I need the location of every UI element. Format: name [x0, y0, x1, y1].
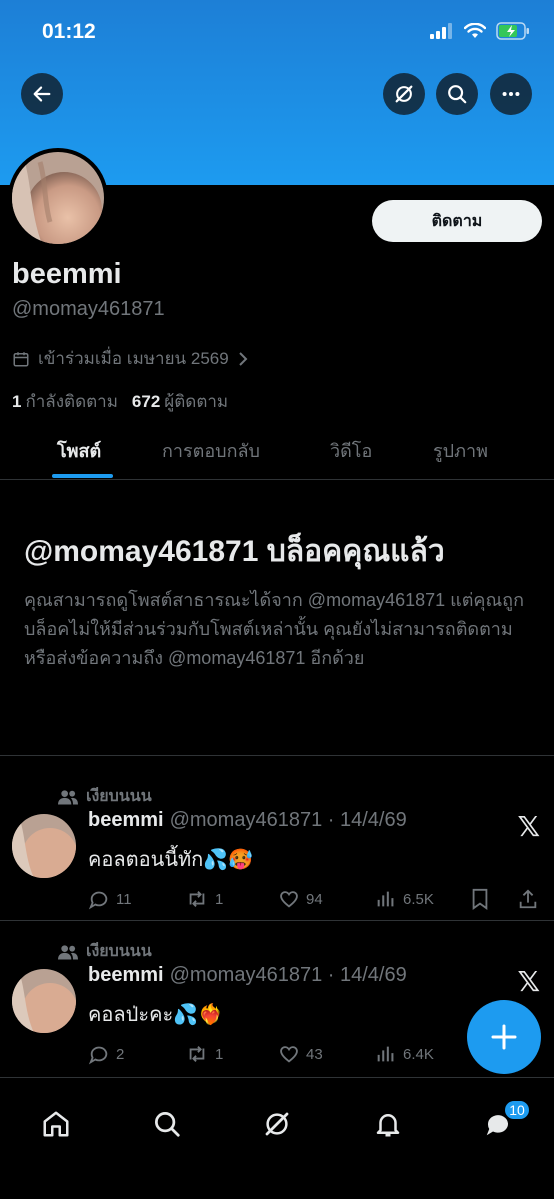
share-button[interactable] — [518, 888, 538, 910]
repost-icon — [189, 1046, 205, 1062]
divider — [0, 755, 554, 756]
views-icon — [377, 891, 394, 907]
heart-icon — [280, 1046, 298, 1063]
x-logo-icon: 𝕏 — [517, 966, 540, 997]
bookmark-button[interactable] — [470, 888, 490, 910]
followers-count[interactable]: 672 ผู้ติดตาม — [132, 388, 228, 415]
follow-counts: 1 กำลังติดตาม 672 ผู้ติดตาม — [12, 388, 228, 415]
post-text: คอลตอนนี้ทัก💦🥵 — [88, 849, 254, 871]
joined-date[interactable]: เข้าร่วมเมื่อ เมษายน 2569 — [12, 345, 249, 372]
tab-posts[interactable]: โพสต์ — [57, 436, 101, 465]
tab-replies[interactable]: การตอบกลับ — [162, 436, 260, 465]
views-button[interactable]: 6.4K — [375, 1043, 434, 1065]
people-icon — [58, 944, 78, 959]
nav-search[interactable] — [147, 1104, 187, 1144]
search-button[interactable] — [436, 73, 478, 115]
profile-handle: @momay461871 — [12, 298, 165, 320]
post-author[interactable]: beemmi — [88, 964, 164, 986]
tab-photos[interactable]: รูปภาพ — [433, 436, 488, 465]
post-date[interactable]: 14/4/69 — [340, 809, 407, 831]
following-count[interactable]: 1 กำลังติดตาม — [12, 388, 118, 415]
post-avatar[interactable] — [12, 814, 76, 878]
nav-notifications[interactable] — [368, 1104, 408, 1144]
back-arrow-icon — [33, 86, 51, 102]
grok-icon — [395, 85, 413, 103]
bottom-nav — [0, 1077, 554, 1199]
messages-badge: 10 — [503, 1099, 531, 1121]
active-tab-indicator — [52, 474, 113, 478]
bookmark-icon — [472, 888, 488, 910]
more-icon — [502, 91, 520, 97]
plus-icon — [491, 1024, 517, 1050]
compose-button[interactable] — [467, 1000, 541, 1074]
joined-text: เข้าร่วมเมื่อ เมษายน 2569 — [38, 349, 229, 368]
back-button[interactable] — [21, 73, 63, 115]
x-logo-icon: 𝕏 — [517, 811, 540, 842]
post-header: beemmi @momay461871 · 14/4/69 — [88, 964, 407, 986]
status-icons — [430, 22, 530, 40]
battery-icon — [496, 22, 529, 40]
signal-icon — [430, 23, 452, 39]
post-date[interactable]: 14/4/69 — [340, 964, 407, 986]
post-handle[interactable]: @momay461871 — [170, 809, 323, 831]
post-author[interactable]: beemmi — [88, 809, 164, 831]
post-context: เงียบนนน — [58, 784, 152, 809]
repost-button[interactable]: 1 — [185, 888, 223, 910]
reply-button[interactable]: 2 — [88, 1043, 124, 1065]
home-icon — [43, 1111, 69, 1137]
nav-home[interactable] — [36, 1104, 76, 1144]
grok-button[interactable] — [383, 73, 425, 115]
chevron-right-icon — [238, 351, 248, 366]
post-item[interactable]: เงียบนนน beemmi @momay461871 · 14/4/69 𝕏 … — [0, 760, 554, 920]
repost-icon — [189, 891, 205, 907]
search-icon — [155, 1112, 180, 1137]
views-button[interactable]: 6.5K — [375, 888, 434, 910]
heart-icon — [280, 891, 298, 908]
calendar-icon — [13, 351, 29, 366]
repost-button[interactable]: 1 — [185, 1043, 223, 1065]
blocked-title: @momay461871 บล็อคคุณแล้ว — [24, 535, 445, 568]
status-time: 01:12 — [42, 20, 96, 43]
people-icon — [58, 789, 78, 804]
search-icon — [448, 85, 467, 104]
blocked-description: คุณสามารถดูโพสต์สาธารณะได้จาก @momay4618… — [24, 590, 524, 668]
profile-avatar[interactable] — [8, 148, 108, 248]
tab-videos[interactable]: วิดีโอ — [330, 436, 372, 465]
views-icon — [377, 1046, 394, 1062]
post-actions: 11 1 94 6.5K — [88, 888, 540, 914]
profile-tabs: โพสต์ การตอบกลับ วิดีโอ รูปภาพ — [0, 420, 554, 480]
post-text: คอลป่ะคะ💦❤️‍🔥 — [88, 1004, 224, 1026]
reply-icon — [88, 891, 108, 910]
post-header: beemmi @momay461871 · 14/4/69 — [88, 809, 407, 831]
share-icon — [519, 889, 537, 909]
like-button[interactable]: 43 — [278, 1043, 323, 1065]
post-context: เงียบนนน — [58, 939, 152, 964]
reply-button[interactable]: 11 — [88, 888, 132, 910]
follow-button[interactable]: ติดตาม — [372, 200, 542, 242]
wifi-icon — [464, 23, 486, 38]
post-handle[interactable]: @momay461871 — [170, 964, 323, 986]
post-avatar[interactable] — [12, 969, 76, 1033]
nav-grok[interactable] — [257, 1104, 297, 1144]
display-name: beemmi — [12, 258, 122, 290]
notifications-icon — [376, 1114, 400, 1137]
like-button[interactable]: 94 — [278, 888, 323, 910]
more-button[interactable] — [490, 73, 532, 115]
reply-icon — [88, 1046, 108, 1065]
grok-icon — [265, 1112, 289, 1136]
